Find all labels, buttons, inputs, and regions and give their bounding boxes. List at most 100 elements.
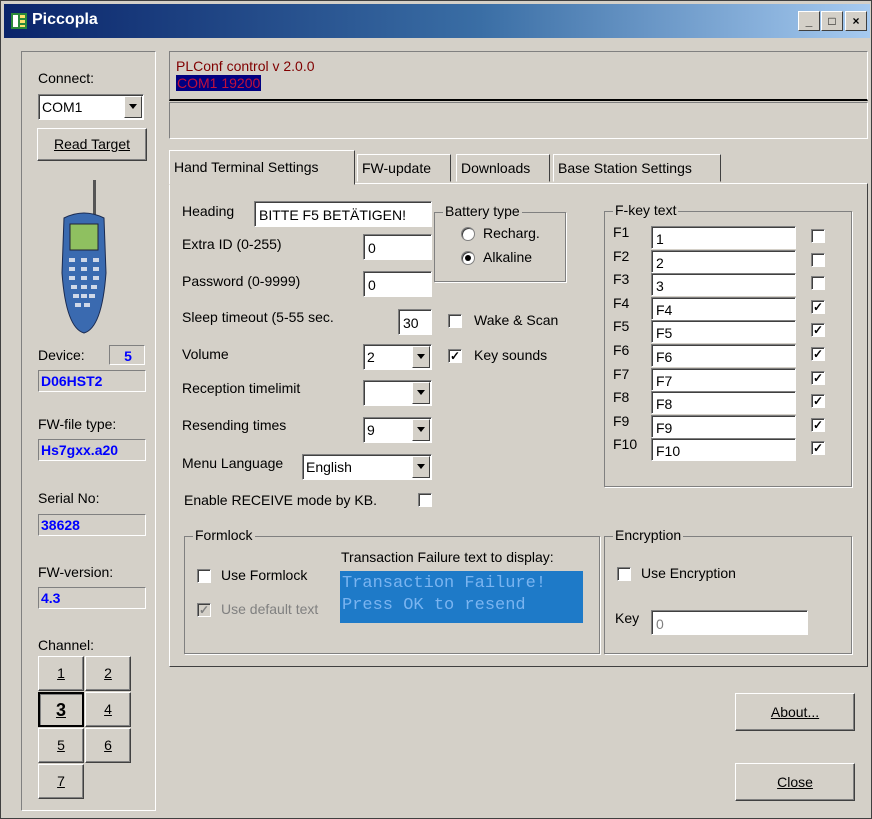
use-formlock-label: Use Formlock bbox=[221, 567, 308, 583]
channel-button-2[interactable]: 2 bbox=[85, 656, 131, 691]
reception-timelimit-label: Reception timelimit bbox=[182, 380, 301, 396]
f-key-text-input[interactable]: F6 bbox=[651, 344, 796, 367]
chevron-down-icon[interactable] bbox=[124, 96, 142, 118]
sleep-timeout-label: Sleep timeout (5-55 sec. bbox=[182, 309, 334, 325]
failure-text-display[interactable]: Transaction Failure! Press OK to resend bbox=[340, 571, 583, 623]
reception-timelimit-select[interactable] bbox=[363, 380, 432, 406]
f-key-text-input[interactable]: F9 bbox=[651, 414, 796, 438]
encryption-group: Encryption Use Encryption Key 0 bbox=[604, 527, 852, 654]
minimize-button[interactable]: _ bbox=[798, 11, 820, 31]
sleep-timeout-input[interactable]: 30 bbox=[398, 309, 432, 335]
f-key-text-input[interactable]: 2 bbox=[651, 249, 796, 273]
failure-text-line-1: Transaction Failure! bbox=[342, 574, 547, 593]
f-key-checkbox[interactable] bbox=[811, 276, 825, 291]
volume-select[interactable]: 2 bbox=[363, 344, 432, 370]
password-input[interactable]: 0 bbox=[363, 271, 432, 297]
f-key-text-input[interactable]: 1 bbox=[651, 226, 796, 249]
key-input[interactable]: 0 bbox=[651, 610, 808, 635]
f-key-checkbox[interactable] bbox=[811, 252, 825, 267]
f-key-checkbox[interactable]: ✓ bbox=[811, 370, 825, 385]
heading-label: Heading bbox=[182, 203, 235, 219]
formlock-group: Formlock Use Formlock ✓ Use default text… bbox=[184, 527, 600, 654]
f-key-text-input[interactable]: F4 bbox=[651, 296, 796, 320]
channel-label: Channel: bbox=[38, 637, 95, 653]
channel-button-7[interactable]: 7 bbox=[38, 764, 84, 799]
failure-text-line-2: Press OK to resend bbox=[342, 596, 526, 615]
use-default-text-checkbox[interactable]: ✓ bbox=[197, 603, 211, 617]
f-key-checkbox[interactable]: ✓ bbox=[811, 441, 825, 456]
key-sounds-checkbox[interactable]: ✓ bbox=[448, 349, 462, 363]
channel-button-3[interactable]: 3 bbox=[38, 692, 84, 727]
device-name: D06HST2 bbox=[38, 370, 146, 392]
device-number: 5 bbox=[109, 345, 145, 365]
f-key-checkbox[interactable] bbox=[811, 229, 825, 243]
status-line-1: PLConf control v 2.0.0 bbox=[176, 58, 315, 74]
wake-scan-checkbox[interactable] bbox=[448, 314, 462, 328]
f-key-text-input[interactable]: F10 bbox=[651, 438, 796, 462]
close-window-button[interactable]: × bbox=[845, 11, 867, 31]
f-key-text-input[interactable]: F5 bbox=[651, 320, 796, 344]
volume-label: Volume bbox=[182, 346, 229, 362]
chevron-down-icon[interactable] bbox=[412, 456, 430, 478]
recharg-label: Recharg. bbox=[483, 225, 540, 241]
close-icon: × bbox=[852, 14, 860, 28]
menu-language-label: Menu Language bbox=[182, 455, 284, 471]
chevron-down-icon[interactable] bbox=[412, 419, 430, 441]
maximize-icon: □ bbox=[828, 14, 836, 28]
key-sounds-label: Key sounds bbox=[474, 347, 548, 363]
status-line-2: COM1 19200 bbox=[176, 75, 262, 91]
f-key-checkbox[interactable]: ✓ bbox=[811, 347, 825, 361]
f-key-label: F9 bbox=[613, 412, 630, 429]
serial-no-value: 38628 bbox=[38, 514, 146, 536]
use-encryption-checkbox[interactable] bbox=[617, 567, 631, 581]
f-key-label: F1 bbox=[613, 224, 630, 240]
f-key-checkbox[interactable]: ✓ bbox=[811, 323, 825, 338]
tab-hand-terminal-settings[interactable]: Hand Terminal Settings bbox=[169, 150, 355, 185]
use-default-text-label: Use default text bbox=[221, 601, 319, 617]
left-panel: Connect: COM1 Read Target Device: 5 D06H… bbox=[21, 51, 156, 811]
read-target-button[interactable]: Read Target bbox=[37, 128, 147, 161]
hand-terminal-settings-page: Heading BITTE F5 BETÄTIGEN! Extra ID (0-… bbox=[169, 183, 868, 667]
channel-button-5[interactable]: 5 bbox=[38, 728, 84, 763]
tab-base-station-settings[interactable]: Base Station Settings bbox=[553, 154, 721, 182]
com-port-select[interactable]: COM1 bbox=[38, 94, 144, 120]
encryption-caption: Encryption bbox=[613, 527, 684, 543]
channel-button-6[interactable]: 6 bbox=[85, 728, 131, 763]
battery-type-caption: Battery type bbox=[443, 203, 522, 219]
f-key-checkbox[interactable]: ✓ bbox=[811, 299, 825, 314]
heading-input[interactable]: BITTE F5 BETÄTIGEN! bbox=[254, 201, 432, 227]
password-label: Password (0-9999) bbox=[182, 273, 301, 289]
maximize-button[interactable]: □ bbox=[821, 11, 843, 31]
main-window: Piccopla _ □ × Connect: COM1 Read Target… bbox=[0, 0, 872, 819]
chevron-down-icon[interactable] bbox=[412, 382, 430, 404]
f-key-checkbox[interactable]: ✓ bbox=[811, 417, 825, 432]
failure-text-label: Transaction Failure text to display: bbox=[341, 549, 554, 565]
f-key-checkbox[interactable]: ✓ bbox=[811, 394, 825, 409]
minimize-icon: _ bbox=[805, 14, 813, 28]
chevron-down-icon[interactable] bbox=[412, 346, 430, 368]
close-button[interactable]: Close bbox=[735, 763, 855, 801]
f-key-label: F7 bbox=[613, 365, 630, 382]
channel-button-4[interactable]: 4 bbox=[85, 692, 131, 727]
tab-downloads[interactable]: Downloads bbox=[456, 154, 550, 182]
tab-fw-update[interactable]: FW-update bbox=[357, 154, 451, 182]
about-button[interactable]: About... bbox=[735, 693, 855, 731]
enable-receive-checkbox[interactable] bbox=[418, 493, 432, 507]
channel-button-1[interactable]: 1 bbox=[38, 656, 84, 691]
volume-value: 2 bbox=[367, 349, 375, 365]
key-label: Key bbox=[615, 610, 640, 626]
fw-file-type-label: FW-file type: bbox=[38, 416, 117, 432]
f-key-label: F2 bbox=[613, 247, 630, 264]
f-key-label: F10 bbox=[613, 436, 638, 453]
menu-language-select[interactable]: English bbox=[302, 454, 432, 480]
formlock-caption: Formlock bbox=[193, 527, 255, 543]
f-key-text-input[interactable]: 3 bbox=[651, 273, 796, 297]
resending-times-select[interactable]: 9 bbox=[363, 417, 432, 443]
use-formlock-checkbox[interactable] bbox=[197, 569, 211, 583]
f-key-text-input[interactable]: F8 bbox=[651, 391, 796, 415]
fw-version-value: 4.3 bbox=[38, 587, 146, 609]
alkaline-radio[interactable] bbox=[461, 251, 475, 265]
f-key-text-input[interactable]: F7 bbox=[651, 367, 796, 391]
recharg-radio[interactable] bbox=[461, 227, 475, 241]
extra-id-input[interactable]: 0 bbox=[363, 234, 432, 260]
